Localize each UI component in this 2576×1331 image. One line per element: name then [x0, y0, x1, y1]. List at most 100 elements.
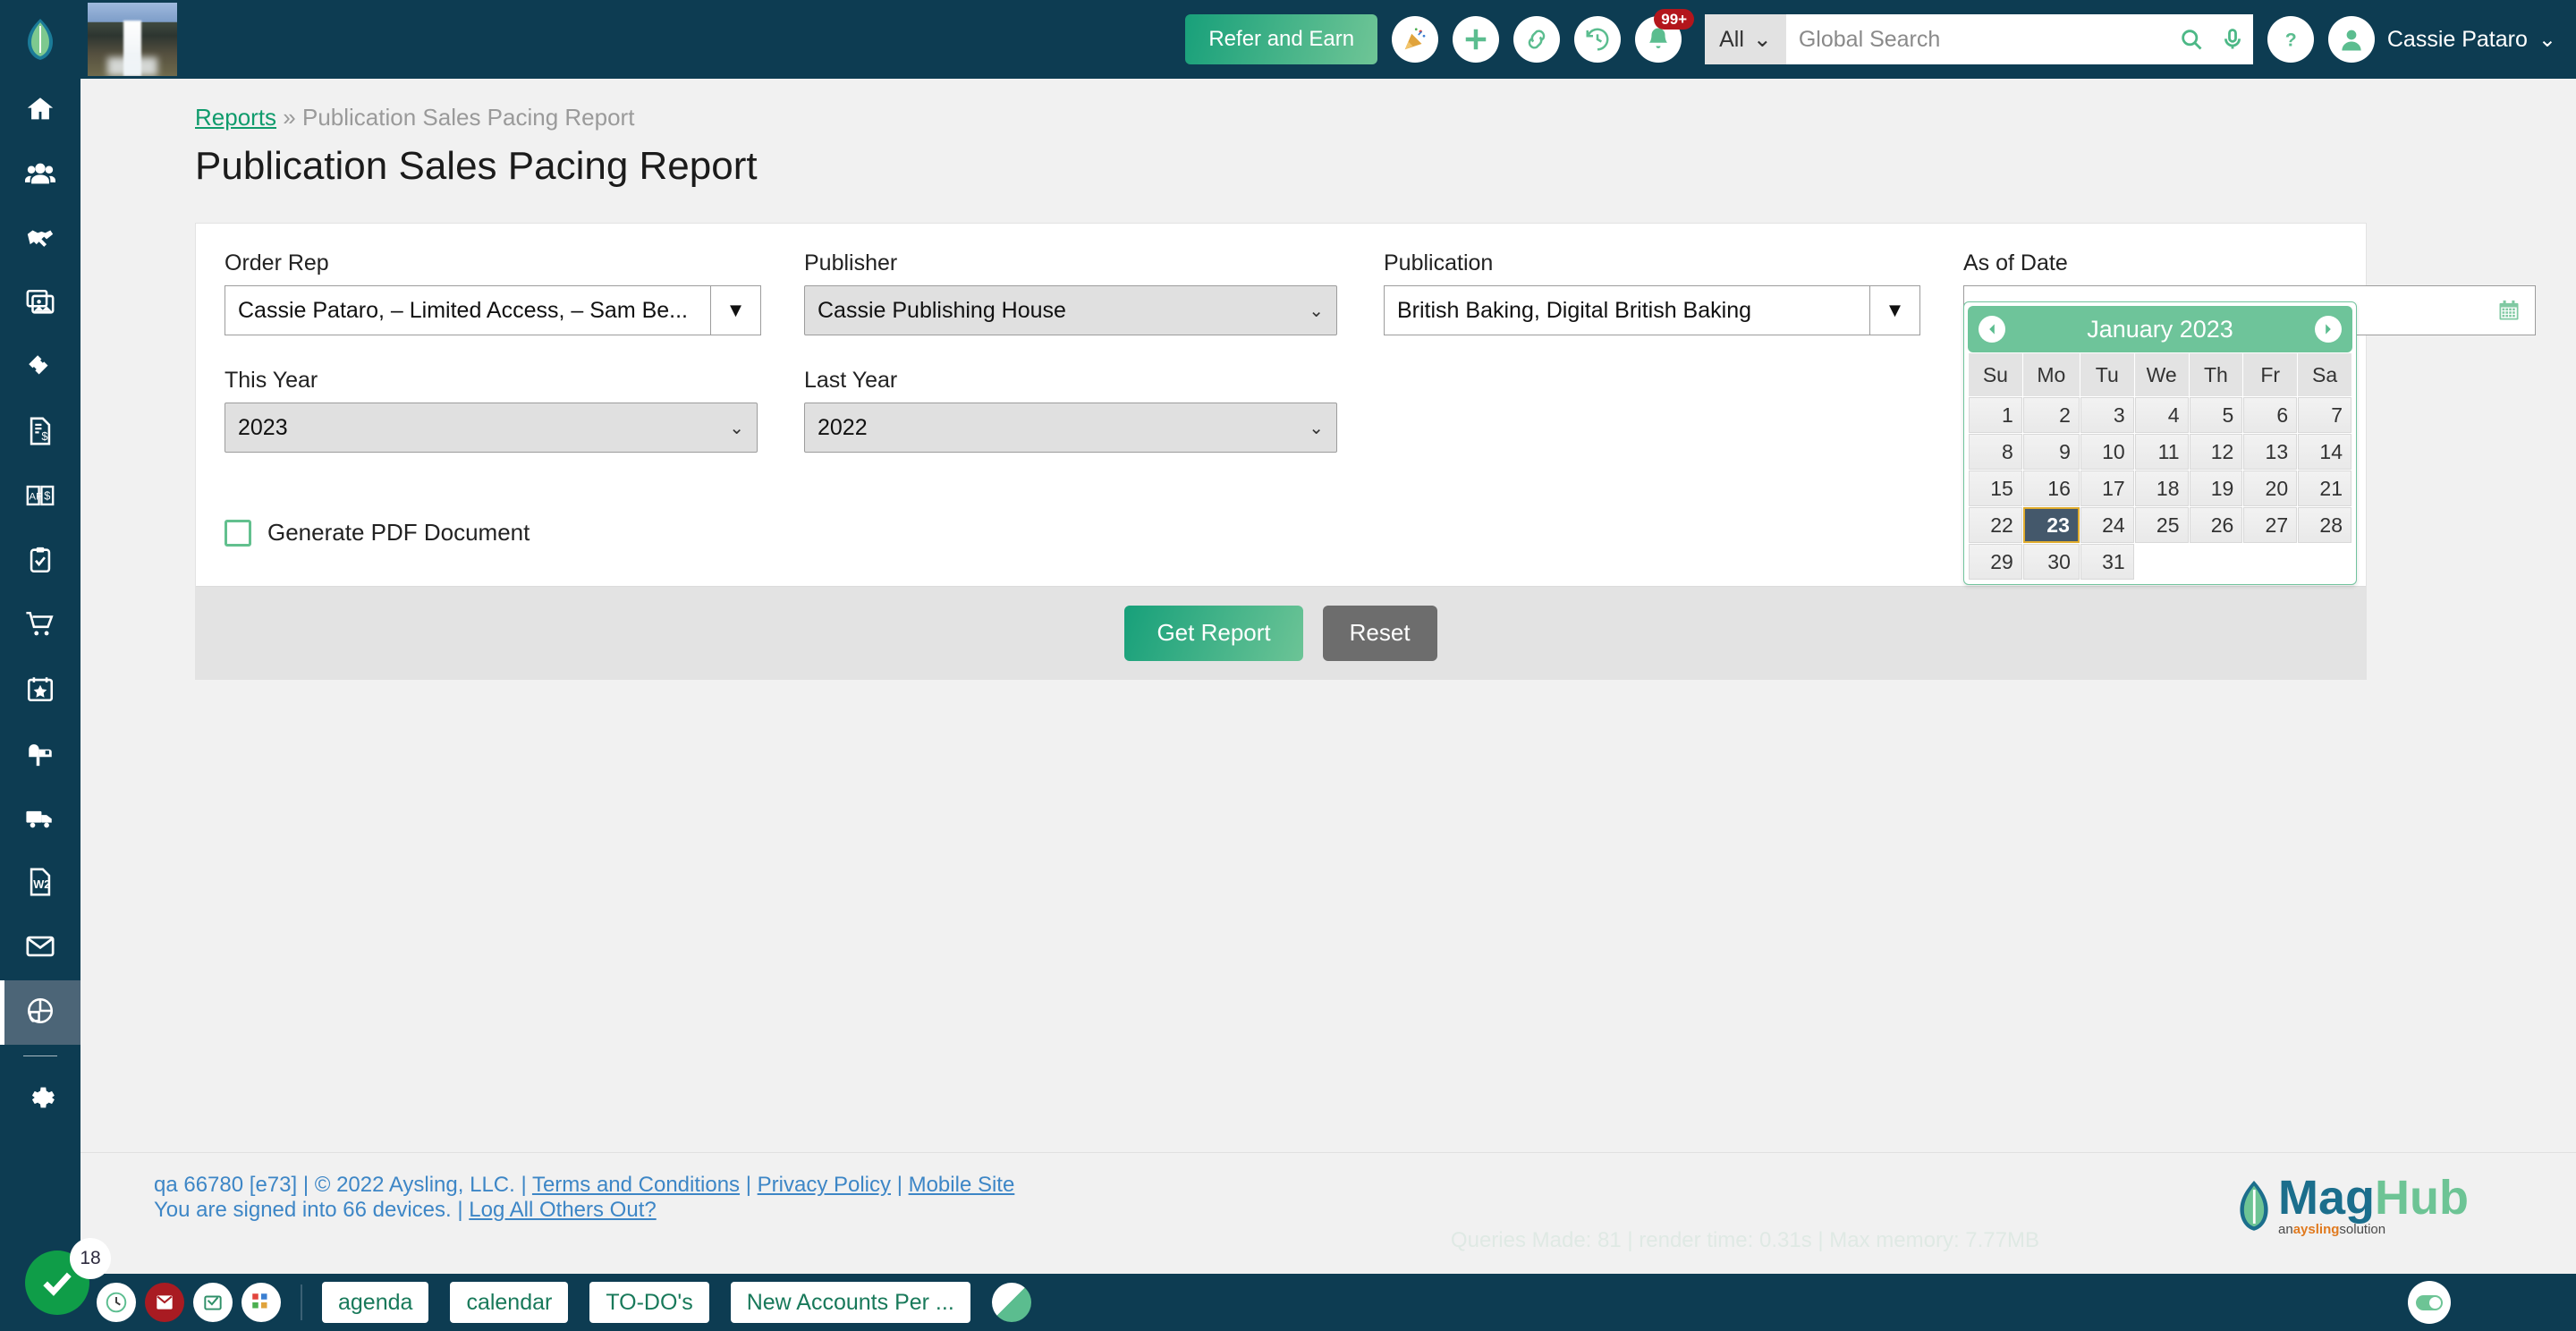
caret-down-icon[interactable]: ▼: [1870, 285, 1920, 335]
taskbar-button-todos[interactable]: TO-DO's: [589, 1282, 709, 1323]
sidebar-item-media[interactable]: [0, 272, 80, 336]
caret-down-icon[interactable]: ▼: [711, 285, 761, 335]
sidebar-item-tasks[interactable]: [0, 530, 80, 594]
order-rep-multiselect[interactable]: Cassie Pataro, – Limited Access, – Sam B…: [225, 285, 761, 335]
date-picker-day-22[interactable]: 22: [1969, 507, 2022, 543]
sidebar-item-events[interactable]: [0, 658, 80, 723]
date-picker-day-31[interactable]: 31: [2080, 544, 2134, 580]
truck-icon: [25, 802, 55, 837]
order-rep-value: Cassie Pataro, – Limited Access, – Sam B…: [225, 285, 711, 335]
waterfall-thumbnail-image[interactable]: [88, 3, 177, 76]
taskbar-button-calendar[interactable]: calendar: [450, 1282, 569, 1323]
sidebar-item-invoices[interactable]: $: [0, 401, 80, 465]
plus-icon[interactable]: [1453, 16, 1500, 63]
sidebar-item-w2[interactable]: W2: [0, 852, 80, 916]
mobile-site-link[interactable]: Mobile Site: [909, 1173, 1015, 1197]
date-picker-popup[interactable]: January 2023 Su Mo Tu We Th Fr Sa 1 2 3 4 5 6 7 8 9 10 1…: [1963, 301, 2357, 585]
this-year-select[interactable]: 2023 ⌄: [225, 403, 758, 453]
date-picker-day-3[interactable]: 3: [2080, 397, 2134, 433]
last-year-select[interactable]: 2022 ⌄: [804, 403, 1337, 453]
date-picker-day-26[interactable]: 26: [2189, 507, 2243, 543]
date-picker-day-30[interactable]: 30: [2022, 544, 2080, 580]
sidebar-item-orders[interactable]: [0, 594, 80, 658]
privacy-link[interactable]: Privacy Policy: [758, 1173, 891, 1197]
date-picker-day-7[interactable]: 7: [2298, 397, 2351, 433]
breadcrumb-reports-link[interactable]: Reports: [195, 104, 276, 131]
date-picker-day-16[interactable]: 16: [2022, 471, 2080, 506]
link-icon[interactable]: [1513, 16, 1561, 63]
bell-icon[interactable]: 99+: [1635, 9, 1695, 63]
sidebar-item-contacts[interactable]: [0, 143, 80, 208]
date-picker-day-10[interactable]: 10: [2080, 434, 2134, 470]
date-picker-day-19[interactable]: 19: [2189, 471, 2243, 506]
date-picker-day-29[interactable]: 29: [1969, 544, 2022, 580]
confetti-icon[interactable]: [242, 1283, 281, 1322]
tagline-aysling: aysling: [2292, 1221, 2340, 1237]
date-picker-day-15[interactable]: 15: [1969, 471, 2022, 506]
footer-sep: |: [457, 1198, 463, 1222]
date-picker-day-17[interactable]: 17: [2080, 471, 2134, 506]
date-picker-week: 8 9 10 11 12 13 14: [1969, 434, 2351, 470]
breadcrumb-separator: »: [283, 104, 296, 131]
top-header: Refer and Earn 99+ All ⌄ Global Search ?…: [80, 0, 2576, 79]
pencil-icon[interactable]: [991, 1283, 1031, 1322]
party-popper-icon[interactable]: [1392, 16, 1439, 63]
search-input[interactable]: [1785, 14, 2171, 64]
date-picker-day-9[interactable]: 9: [2022, 434, 2080, 470]
maghub-leaf-logo-icon[interactable]: [0, 0, 80, 79]
search-scope-dropdown[interactable]: All ⌄: [1705, 14, 1786, 64]
log-others-out-link[interactable]: Log All Others Out?: [469, 1198, 656, 1222]
date-picker-day-25[interactable]: 25: [2134, 507, 2189, 543]
date-picker-day-21[interactable]: 21: [2298, 471, 2351, 506]
history-clock-icon[interactable]: [1574, 16, 1622, 63]
sidebar-item-email[interactable]: [0, 916, 80, 980]
clock-icon[interactable]: [97, 1283, 136, 1322]
toggle-switch-icon[interactable]: [2408, 1281, 2451, 1324]
date-picker-day-24[interactable]: 24: [2080, 507, 2134, 543]
sidebar-item-reports[interactable]: [0, 980, 80, 1045]
mailbox-icon: [25, 738, 55, 773]
chevron-right-icon[interactable]: [2315, 316, 2342, 343]
date-picker-day-12[interactable]: 12: [2189, 434, 2243, 470]
sidebar-item-tickets[interactable]: [0, 336, 80, 401]
date-picker-day-6[interactable]: 6: [2243, 397, 2298, 433]
sidebar-item-accounting[interactable]: AP $: [0, 465, 80, 530]
search-icon[interactable]: [2171, 27, 2212, 52]
sidebar-item-mailbox[interactable]: [0, 723, 80, 787]
refer-and-earn-button[interactable]: Refer and Earn: [1185, 14, 1378, 64]
date-picker-day-28[interactable]: 28: [2298, 507, 2351, 543]
sidebar-item-settings[interactable]: [0, 1067, 80, 1132]
weekday-su: Su: [1969, 353, 2022, 396]
date-picker-day-13[interactable]: 13: [2243, 434, 2298, 470]
microphone-icon[interactable]: [2212, 27, 2253, 52]
date-picker-day-14[interactable]: 14: [2298, 434, 2351, 470]
get-report-button[interactable]: Get Report: [1124, 605, 1303, 661]
generate-pdf-checkbox[interactable]: [225, 519, 251, 547]
date-picker-day-23[interactable]: 23: [2022, 507, 2080, 543]
sidebar-item-deals[interactable]: [0, 208, 80, 272]
taskbar-button-new-accounts[interactable]: New Accounts Per ...: [730, 1282, 970, 1323]
chevron-left-icon[interactable]: [1979, 316, 2005, 343]
date-picker-day-4[interactable]: 4: [2134, 397, 2189, 433]
date-picker-day-5[interactable]: 5: [2189, 397, 2243, 433]
mail-alert-icon[interactable]: [145, 1283, 184, 1322]
publisher-select[interactable]: Cassie Publishing House ⌄: [804, 285, 1337, 335]
mail-open-icon[interactable]: [193, 1283, 233, 1322]
terms-link[interactable]: Terms and Conditions: [532, 1173, 740, 1197]
taskbar-button-agenda[interactable]: agenda: [322, 1282, 429, 1323]
date-picker-day-20[interactable]: 20: [2243, 471, 2298, 506]
chevron-down-icon[interactable]: ⌄: [2538, 27, 2556, 53]
sidebar-item-home[interactable]: [0, 79, 80, 143]
question-mark-icon[interactable]: ?: [2267, 16, 2314, 63]
date-picker-day-2[interactable]: 2: [2022, 397, 2080, 433]
reset-button[interactable]: Reset: [1322, 605, 1437, 661]
date-picker-day-1[interactable]: 1: [1969, 397, 2022, 433]
sidebar-item-distribution[interactable]: [0, 787, 80, 852]
user-avatar-icon[interactable]: [2327, 16, 2375, 63]
publication-multiselect[interactable]: British Baking, Digital British Baking ▼: [1384, 285, 1920, 335]
date-picker-day-11[interactable]: 11: [2134, 434, 2189, 470]
date-picker-day-8[interactable]: 8: [1969, 434, 2022, 470]
calendar-icon[interactable]: [2494, 298, 2524, 323]
date-picker-day-18[interactable]: 18: [2134, 471, 2189, 506]
date-picker-day-27[interactable]: 27: [2243, 507, 2298, 543]
